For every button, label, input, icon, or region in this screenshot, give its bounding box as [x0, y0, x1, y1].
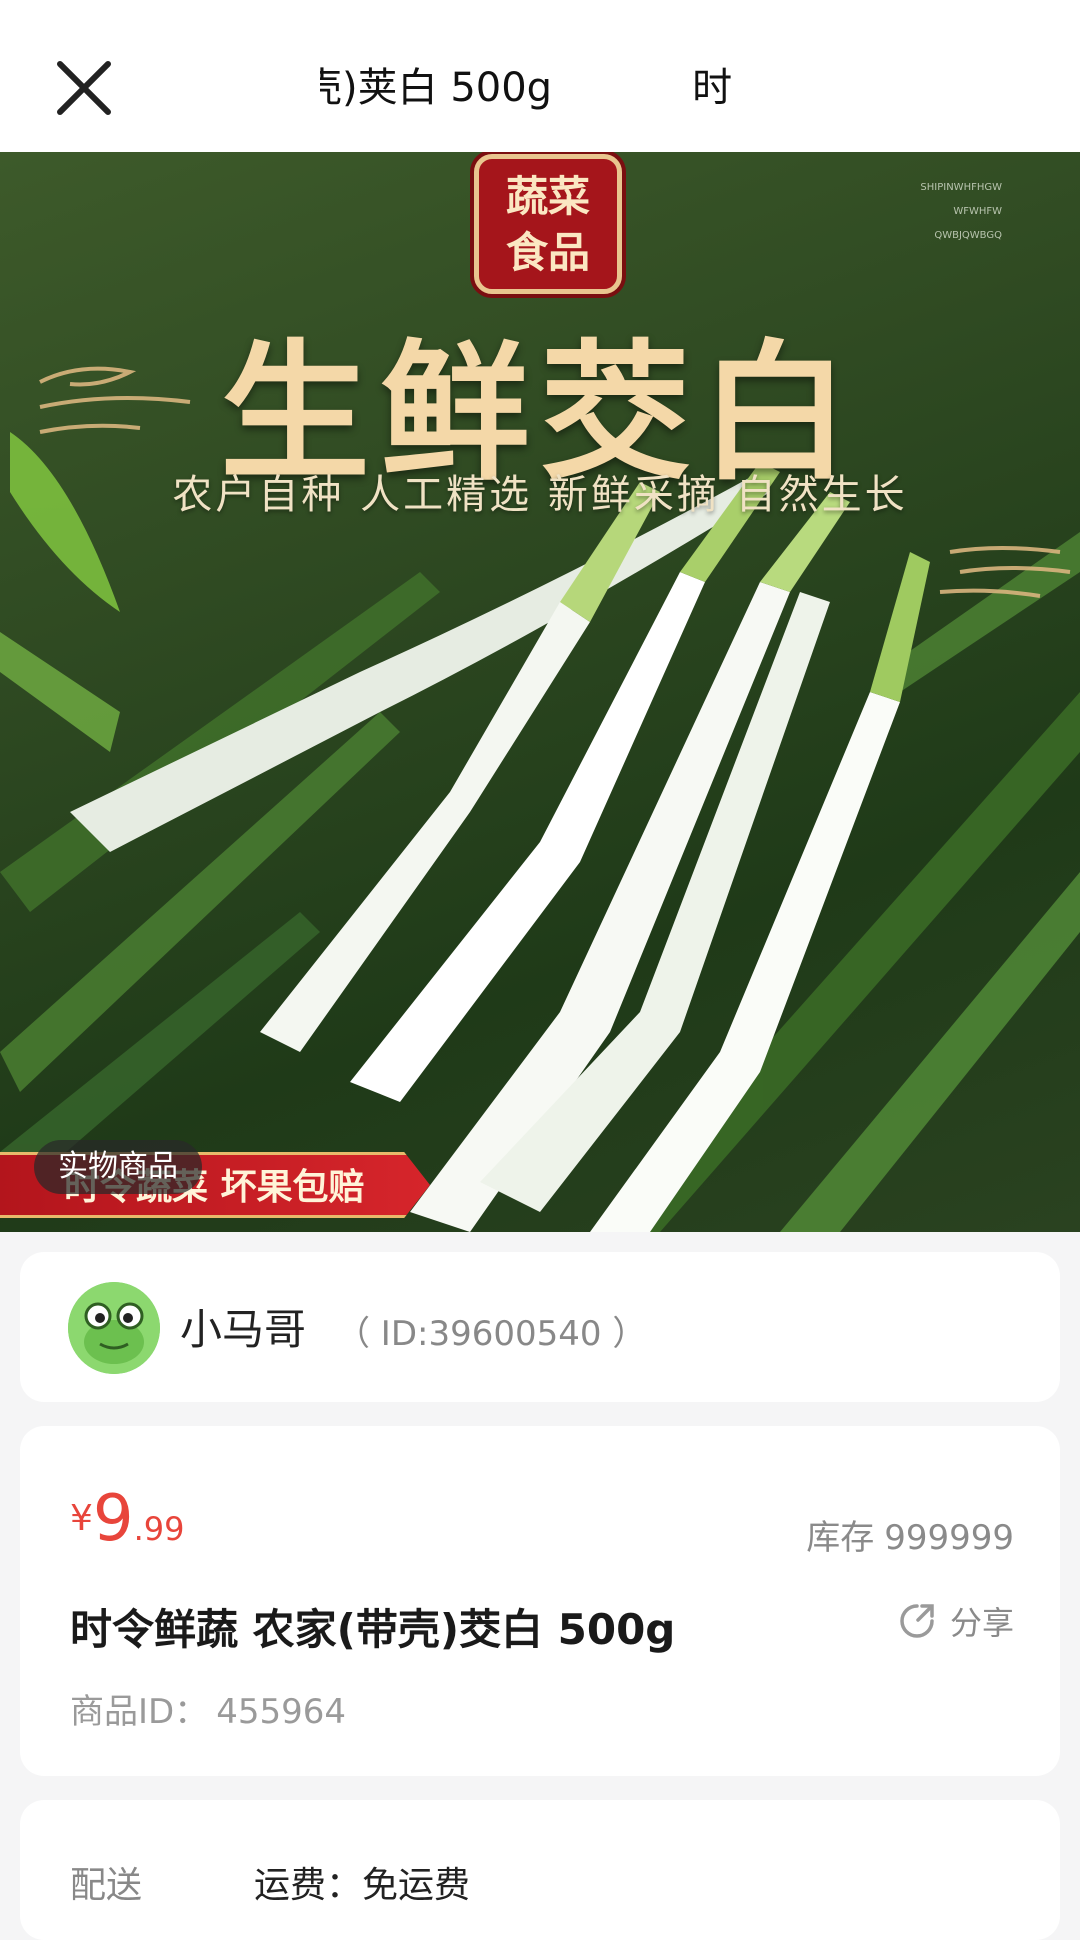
- close-icon[interactable]: [52, 56, 116, 120]
- title-fragment: )荚白 500g: [342, 65, 553, 111]
- seller-name: 小马哥: [180, 1305, 307, 1354]
- frog-avatar-icon: [68, 1282, 160, 1374]
- title-fragment-next: 时: [692, 65, 733, 111]
- currency-symbol: ¥: [70, 1498, 93, 1539]
- physical-goods-tag: 实物商品: [34, 1140, 202, 1194]
- price-integer: 9: [92, 1482, 134, 1556]
- stock-label: 库存: [806, 1518, 875, 1558]
- seller-card[interactable]: 小马哥 （ ID:39600540 ）: [20, 1252, 1060, 1402]
- seal-line: 食品: [505, 228, 590, 277]
- product-id-label: 商品ID：: [70, 1692, 209, 1732]
- avatar[interactable]: [68, 1282, 160, 1374]
- delivery-label: 配送: [70, 1865, 143, 1906]
- top-bar: 壳)荚白 500g 时: [0, 0, 1080, 152]
- hero-small-line: QWBJQWBGQ: [934, 230, 1002, 241]
- hero-small-line: WFWHFW: [953, 206, 1002, 217]
- stock-value: 999999: [884, 1518, 1014, 1558]
- price-decimal: .99: [133, 1510, 185, 1548]
- hero-small-text: SHIPINWHFHGW WFWHFW QWBJQWBGQ: [842, 176, 1002, 248]
- share-icon: [900, 1604, 934, 1638]
- share-label: 分享: [949, 1604, 1014, 1642]
- product-id: 商品ID： 455964: [70, 1684, 346, 1733]
- share-button[interactable]: 分享: [898, 1598, 1014, 1644]
- seal-line: 蔬菜: [505, 172, 590, 221]
- brand-seal: 蔬菜 食品: [474, 154, 622, 294]
- hero-subtitle: 农户自种 人工精选 新鲜采摘 自然生长: [172, 472, 908, 518]
- product-image[interactable]: SHIPINWHFHGW WFWHFW QWBJQWBGQ 蔬菜 食品 生鲜茭白…: [0, 152, 1080, 1232]
- product-title: 时令鲜蔬 农家(带壳)茭白 500g: [70, 1605, 676, 1654]
- seller-id: （ ID:39600540 ）: [336, 1314, 647, 1354]
- title-fragment-prefix: 壳: [320, 65, 342, 111]
- scrolling-title: 壳)荚白 500g 时: [320, 58, 750, 118]
- delivery-card: 配送 运费：免运费: [20, 1800, 1060, 1940]
- price: ¥9.99: [70, 1482, 185, 1556]
- stock: 库存 999999: [806, 1510, 1014, 1559]
- hero-small-line: SHIPINWHFHGW: [920, 182, 1002, 193]
- product-info-card: ¥9.99 库存 999999 时令鲜蔬 农家(带壳)茭白 500g 分享 商品I…: [20, 1426, 1060, 1776]
- delivery-fee: 运费：免运费: [254, 1865, 471, 1906]
- product-id-value: 455964: [216, 1692, 347, 1732]
